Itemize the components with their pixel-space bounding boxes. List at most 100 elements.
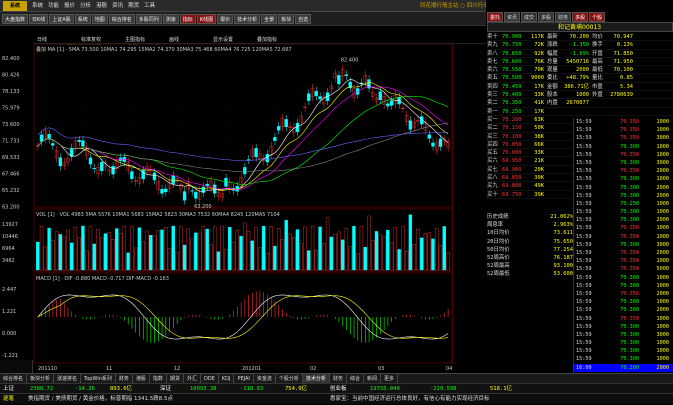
menu-item-0[interactable]: 系统: [32, 0, 43, 12]
chart-subtab-4[interactable]: 显示设置: [213, 36, 233, 44]
volume-bar: [81, 225, 85, 271]
chart-subtabs: 日线 标准复权 主图指标 画线 显示设置 叠加指标: [33, 36, 486, 44]
quote-right-key: 换手: [592, 42, 603, 49]
bottom-tab-5[interactable]: 港股: [133, 374, 150, 383]
right-tab-1[interactable]: 资讯: [504, 12, 521, 22]
bottom-tab-13[interactable]: 个股分析: [276, 374, 303, 383]
right-tab-0[interactable]: 委托: [487, 12, 504, 22]
toolbar-button-2[interactable]: 上证A股: [49, 14, 74, 24]
toolbar-button-7[interactable]: 测速: [162, 14, 179, 24]
kline-svg[interactable]: 叠加 MA [1] · 5MA 73.500 10MA1 74.295 15MA…: [0, 44, 486, 373]
quote-row[interactable]: 卖十 70.900 117K 最新 70.200 均价 70.947: [487, 33, 673, 42]
tick-list[interactable]: 15:59 70.350 1000 15:59 70.350 1000 15:59 70.35…: [573, 118, 673, 373]
candle-body: [190, 190, 194, 192]
toolbar-button-11[interactable]: 技术分析: [234, 14, 261, 24]
tick-price: 70.350: [620, 250, 639, 256]
volume-bar: [356, 253, 360, 271]
quote-volume: 17K: [534, 108, 544, 115]
quote-mid-key: 涨跌: [547, 42, 558, 49]
bottom-tab-11[interactable]: PEJAI: [234, 374, 254, 383]
toolbar-button-3[interactable]: 系统: [74, 14, 91, 24]
candle-body: [389, 100, 394, 106]
toolbar-button-5[interactable]: 综合排名: [108, 14, 135, 24]
chart-subtab-0[interactable]: 日线: [37, 36, 47, 44]
ticker-text-1[interactable]: 美指期货 / 美债期货 / 黄金价格，标普期指 1341.5跌8.5点: [28, 394, 173, 405]
quote-row[interactable]: 卖八 70.650 92K 幅度 -1.89% 开盘 71.850: [487, 50, 673, 58]
quote-row[interactable]: 卖四 70.450 17K 金额 386.71亿 市盈 5.34: [487, 83, 673, 92]
volume-bar: [329, 236, 334, 271]
bottom-tab-1[interactable]: 板块分析: [27, 374, 55, 383]
menu-item-1[interactable]: 功能: [48, 0, 59, 12]
right-tab-4[interactable]: 财务: [555, 12, 572, 22]
right-tab-3[interactable]: 多股: [538, 12, 555, 22]
tick-time: 15:59: [576, 331, 592, 338]
quote-row[interactable]: 卖七 70.600 76K 总量 5450716 最高 71.950: [487, 58, 673, 67]
bottom-tab-17[interactable]: 新闻: [364, 374, 381, 383]
bottom-tab-9[interactable]: DDE: [201, 374, 219, 383]
right-tab-5[interactable]: 多股: [572, 12, 589, 22]
chart-subtab-5[interactable]: 叠加指标: [257, 36, 277, 44]
volume-bar: [408, 214, 413, 271]
menu-item-3[interactable]: 分析: [80, 0, 91, 12]
toolbar-button-4[interactable]: 地图: [91, 14, 108, 24]
menu-item-2[interactable]: 报价: [64, 0, 75, 12]
bottom-tab-14[interactable]: 技术分析: [302, 374, 330, 383]
menu-item-5[interactable]: 资讯: [112, 0, 123, 12]
ticker-text-2[interactable]: 惠家宝：当前中国经济运行总体良好，有信心有能力实现经济目标: [330, 394, 490, 405]
quote-row[interactable]: 卖六 70.550 70K 现量 2000 最低 70.100: [487, 66, 673, 75]
date-tick: 03: [378, 366, 384, 372]
bottom-tab-15[interactable]: 财务: [330, 374, 347, 383]
bottom-tab-7[interactable]: 期货: [167, 374, 184, 383]
candle-body: [51, 143, 55, 146]
right-tab-6[interactable]: 个股: [589, 12, 606, 22]
menu-item-6[interactable]: 期货: [128, 0, 139, 12]
toolbar-button-1[interactable]: 日K线: [29, 14, 49, 24]
toolbar-button-6[interactable]: 多股同列: [135, 14, 162, 24]
volume-bar: [182, 244, 187, 271]
quote-row[interactable]: 卖一 70.250 17K: [487, 108, 673, 116]
bottom-tab-3[interactable]: TopWin系列: [81, 374, 116, 383]
menu-item-4[interactable]: 港股: [96, 0, 107, 12]
toolbar-button-14[interactable]: 自选: [295, 14, 312, 24]
bottom-tab-12[interactable]: 资金流: [254, 374, 276, 383]
bottom-tab-6[interactable]: 指数: [150, 374, 167, 383]
bottom-tab-2[interactable]: 涨速排名: [54, 374, 82, 383]
tick-price: 70.300: [620, 217, 639, 224]
tick-price: 70.300: [620, 299, 639, 306]
tick-row: 15:59 70.350 5000: [574, 265, 673, 273]
bottom-tab-8[interactable]: 外汇: [184, 374, 201, 383]
chart-subtab-1[interactable]: 标准复权: [81, 36, 101, 44]
toolbar-button-10[interactable]: 报价: [217, 14, 234, 24]
tick-volume: 1000: [656, 127, 670, 134]
toolbar-button-8[interactable]: 指标: [179, 14, 196, 24]
toolbar-button-9[interactable]: K线图: [196, 14, 217, 24]
chart-subtab-3[interactable]: 画线: [169, 36, 179, 44]
ticker-label[interactable]: 逐笔: [3, 394, 14, 405]
right-tab-2[interactable]: 成交: [521, 12, 538, 22]
app-logo[interactable]: 系统: [3, 1, 27, 11]
toolbar-button-0[interactable]: 大盘指数: [2, 14, 29, 24]
bottom-tab-18[interactable]: 更多: [381, 374, 399, 383]
bottom-tab-0[interactable]: 综合排名: [0, 374, 28, 383]
bottom-tab-16[interactable]: 综合: [347, 374, 364, 383]
quote-row[interactable]: 卖三 70.400 33K 股本 1000 外盘 2780639: [487, 91, 673, 100]
chart-subtab-2[interactable]: 主图指标: [125, 36, 145, 44]
volume-bar: [322, 243, 326, 271]
volume-bar: [318, 226, 322, 271]
quote-row[interactable]: 卖五 70.500 9000 委比 +48.79% 量比 0.85: [487, 74, 673, 83]
quote-row[interactable]: 卖二 70.350 41K 内盘 2670077: [487, 99, 673, 108]
quote-row[interactable]: 卖九 70.750 72K 涨跌 -1.350 换手 0.13%: [487, 41, 673, 50]
toolbar-button-13[interactable]: 板块: [278, 14, 295, 24]
quote-mid-key: 幅度: [547, 50, 558, 57]
price-tick: 65.232: [2, 188, 20, 194]
quote-mid-val: -1.350: [569, 42, 589, 49]
tick-time: 15:59: [576, 176, 592, 183]
candle-body: [152, 172, 157, 181]
toolbar-button-12[interactable]: 全景: [261, 14, 278, 24]
tick-volume: 3000: [656, 241, 670, 248]
bottom-tab-10[interactable]: KDJ: [219, 374, 235, 383]
volume-bar: [292, 237, 296, 271]
bottom-tab-4[interactable]: 财务: [116, 374, 133, 383]
tick-row: 15:59 70.350 2000: [574, 290, 673, 298]
menu-item-7[interactable]: 工具: [144, 0, 155, 12]
